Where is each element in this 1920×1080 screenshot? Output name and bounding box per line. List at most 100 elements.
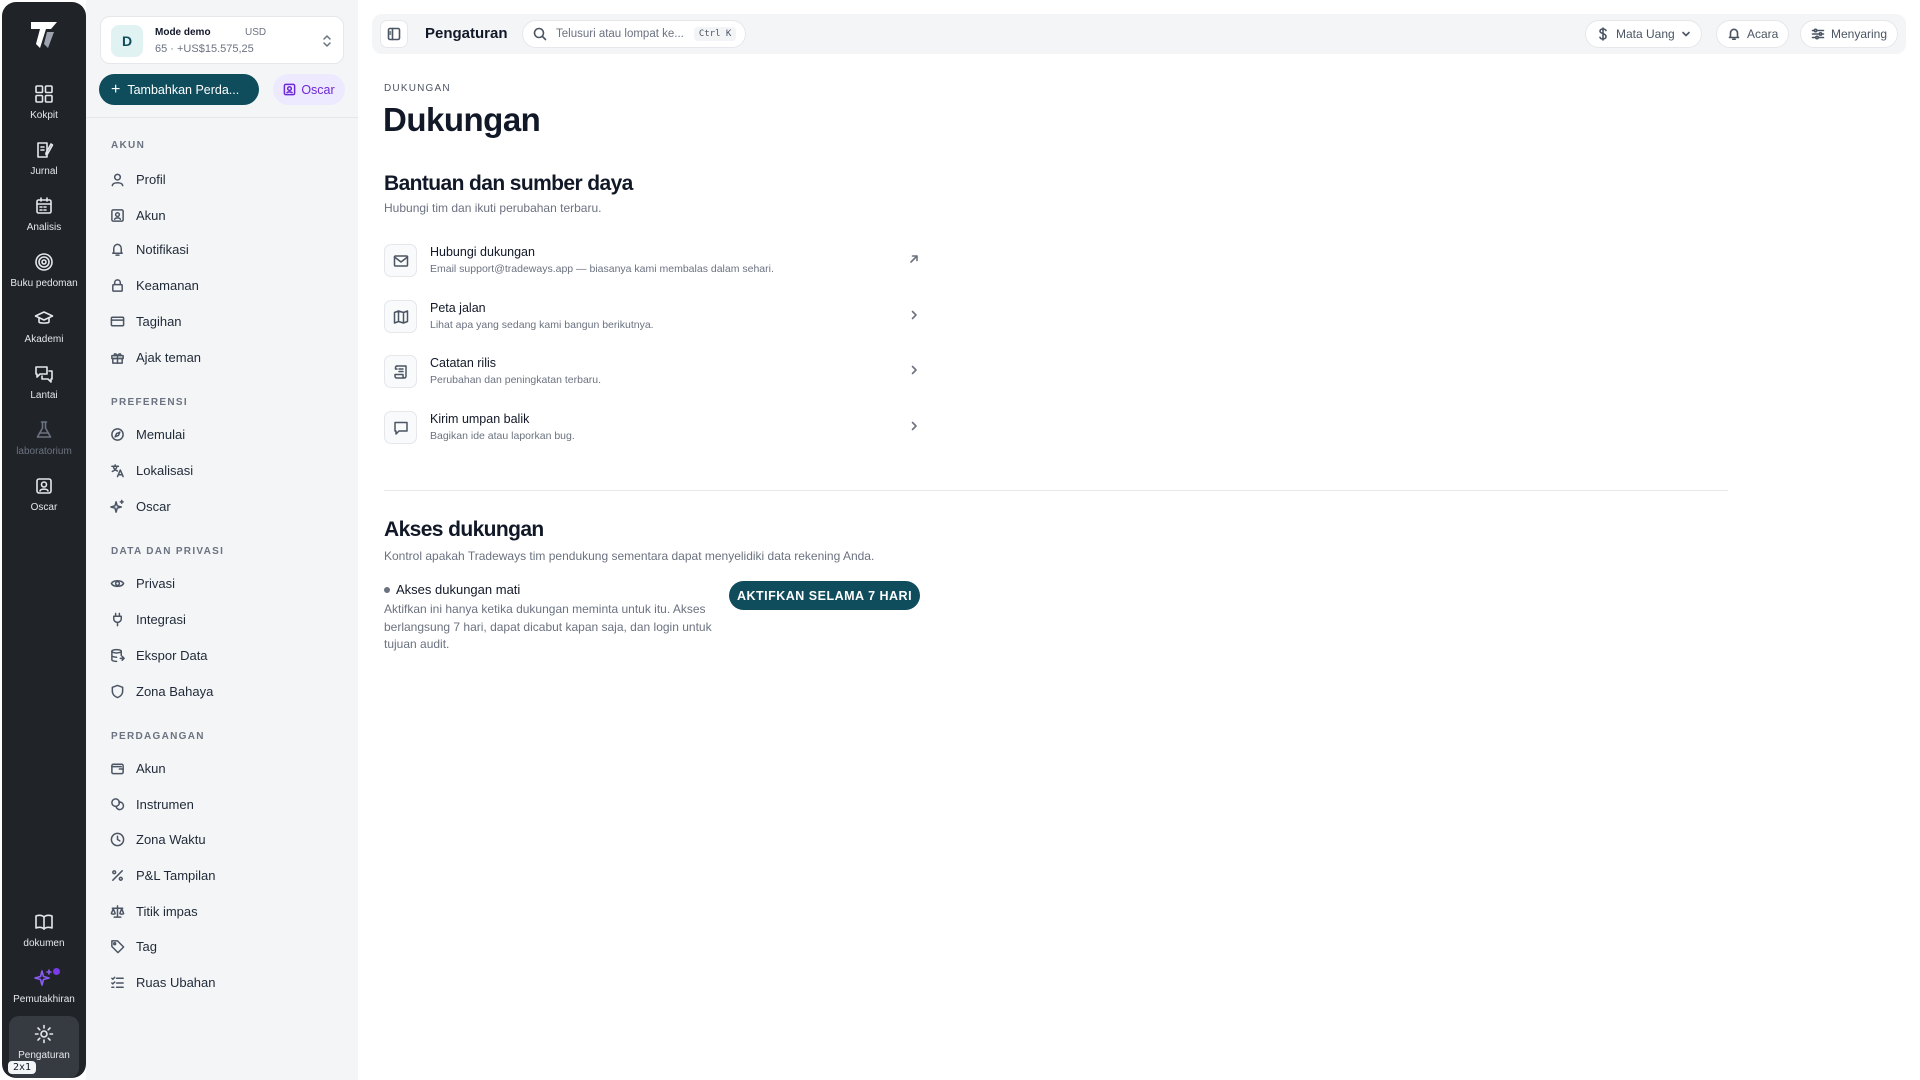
sidebar-item-ruas-ubahan[interactable]: Ruas Ubahan: [110, 968, 342, 996]
section-title-akun: AKUN: [111, 140, 146, 151]
account-switcher[interactable]: D Mode demo USD 65 · +US$15.575,25: [100, 16, 344, 64]
sidebar-item-label: Zona Bahaya: [136, 683, 214, 699]
lock-icon: [112, 278, 123, 292]
external-link-icon: [910, 255, 918, 263]
user-square-icon: [283, 83, 296, 96]
sidebar-item-zona-waktu[interactable]: Zona Waktu: [110, 825, 342, 853]
sidebar-item-tag[interactable]: Tag: [110, 932, 342, 960]
settings-sidebar: D Mode demo USD 65 · +US$15.575,25 + Tamb…: [86, 0, 358, 1080]
shield-icon: [111, 684, 124, 698]
sidebar-item-lokalisasi[interactable]: Lokalisasi: [110, 456, 342, 484]
rail-label: Oscar: [30, 502, 58, 513]
rail-item-buku-pedoman[interactable]: Buku pedoman: [2, 250, 86, 304]
clock-icon: [110, 832, 125, 846]
rail-item-pemutakhiran[interactable]: Pemutakhiran: [2, 966, 86, 1020]
sidebar-item-akun-trading[interactable]: Akun: [110, 754, 342, 782]
account-currency: USD: [245, 27, 267, 38]
chevron-down-icon: [1681, 31, 1690, 37]
rail-item-laboratorium[interactable]: laboratorium: [2, 418, 86, 472]
message-icon: [384, 411, 417, 444]
percent-icon: [112, 869, 123, 881]
sidebar-item-zona-bahaya[interactable]: Zona Bahaya: [110, 677, 342, 705]
sidebar-item-label: Tagihan: [136, 313, 182, 329]
rail-item-jurnal[interactable]: Jurnal: [2, 138, 86, 192]
top-bar: Pengaturan Telusuri atau lompat ke... Ct…: [372, 14, 1906, 54]
activate-support-access-button[interactable]: AKTIFKAN SELAMA 7 HARI: [729, 581, 920, 610]
update-dot: [53, 968, 60, 975]
sidebar-item-integrasi[interactable]: Integrasi: [110, 605, 342, 633]
sidebar-item-keamanan[interactable]: Keamanan: [110, 271, 342, 299]
page-heading: Dukungan: [383, 101, 541, 138]
currency-button[interactable]: Mata Uang: [1585, 20, 1702, 48]
search-icon: [533, 27, 547, 41]
target-icon: [35, 253, 53, 271]
rail-item-analisis[interactable]: Analisis: [2, 194, 86, 248]
sidebar-item-instrumen[interactable]: Instrumen: [110, 790, 342, 818]
rail-label: Kokpit: [30, 110, 58, 121]
resource-title: Kirim umpan balik: [430, 412, 530, 426]
rail-item-kokpit[interactable]: Kokpit: [2, 82, 86, 136]
chevron-up-down-icon: [323, 35, 331, 47]
sidebar-item-tagihan[interactable]: Tagihan: [110, 307, 342, 335]
rail-label: laboratorium: [16, 446, 72, 457]
dashboard-icon: [35, 85, 53, 103]
rail-item-dokumen[interactable]: dokumen: [2, 910, 86, 964]
sidebar-item-ajak-teman[interactable]: Ajak teman: [110, 343, 342, 371]
sidebar-item-label: Ruas Ubahan: [136, 974, 216, 990]
sidebar-item-titik-impas[interactable]: Titik impas: [110, 897, 342, 925]
eye-icon: [110, 579, 125, 587]
sidebar-item-notifikasi[interactable]: Notifikasi: [110, 235, 342, 263]
access-status-label: Akses dukungan mati: [396, 582, 521, 597]
rail-label: Buku pedoman: [10, 278, 78, 289]
add-trade-button[interactable]: + Tambahkan Perda...: [99, 74, 259, 105]
chevron-right-icon: [911, 421, 917, 431]
rail-item-lantai[interactable]: Lantai: [2, 362, 86, 416]
rail-label: Analisis: [26, 222, 62, 233]
sidebar-item-label: Lokalisasi: [136, 462, 194, 478]
resource-row-roadmap[interactable]: Peta jalan Lihat apa yang sedang kami ba…: [384, 297, 920, 341]
resource-row-release-notes[interactable]: Catatan rilis Perubahan dan peningkatan …: [384, 352, 920, 396]
scale-icon: [110, 904, 125, 918]
tradeways-logo[interactable]: [28, 18, 60, 52]
filter-button[interactable]: Menyaring: [1800, 20, 1899, 48]
credit-card-icon: [110, 316, 125, 326]
access-heading: Akses dukungan: [384, 518, 544, 541]
sidebar-toggle-button[interactable]: [380, 20, 408, 48]
sidebar-item-oscar[interactable]: Oscar: [110, 492, 342, 520]
rail-label: dokumen: [23, 938, 65, 949]
resource-row-contact-support[interactable]: Hubungi dukungan Email support@tradeways…: [384, 241, 920, 285]
currency-label: Mata Uang: [1616, 27, 1675, 41]
sidebar-item-privasi[interactable]: Privasi: [110, 569, 342, 597]
sidebar-item-label: Memulai: [136, 426, 186, 442]
sidebar-item-label: Ekspor Data: [136, 647, 208, 663]
journal-icon: [37, 142, 54, 158]
rail-item-oscar[interactable]: Oscar: [2, 474, 86, 528]
flask-icon: [36, 421, 52, 438]
gift-icon: [111, 352, 124, 364]
sidebar-item-label: Profil: [136, 171, 166, 187]
sidebar-item-pl-tampilan[interactable]: P&L Tampilan: [110, 861, 342, 889]
sidebar-item-akun[interactable]: Akun: [110, 201, 342, 229]
sidebar-item-ekspor-data[interactable]: Ekspor Data: [110, 641, 342, 669]
access-description: Aktifkan ini hanya ketika dukungan memin…: [384, 602, 712, 651]
page-title: Pengaturan: [425, 25, 508, 42]
dollar-icon: [1599, 27, 1607, 41]
search-input[interactable]: Telusuri atau lompat ke... Ctrl K: [522, 20, 746, 48]
rail-item-akademi[interactable]: Akademi: [2, 306, 86, 360]
add-trade-label: Tambahkan Perda...: [127, 82, 240, 97]
resource-row-send-feedback[interactable]: Kirim umpan balik Bagikan ide atau lapor…: [384, 408, 920, 452]
id-card-icon: [111, 208, 124, 222]
database-export-icon: [111, 648, 125, 662]
search-placeholder: Telusuri atau lompat ke...: [556, 28, 684, 40]
mail-icon: [384, 244, 417, 277]
sidebar-item-profil[interactable]: Profil: [110, 165, 342, 193]
search-shortcut: Ctrl K: [693, 27, 737, 41]
events-button[interactable]: Acara: [1716, 20, 1790, 48]
sidebar-item-label: Akun: [136, 760, 166, 776]
sidebar-item-label: Titik impas: [136, 903, 198, 919]
sparkle-icon: [110, 499, 124, 513]
resource-title: Catatan rilis: [430, 356, 496, 370]
gear-icon: [34, 1024, 54, 1044]
sidebar-item-memulai[interactable]: Memulai: [110, 420, 342, 448]
oscar-button[interactable]: Oscar: [273, 74, 345, 105]
